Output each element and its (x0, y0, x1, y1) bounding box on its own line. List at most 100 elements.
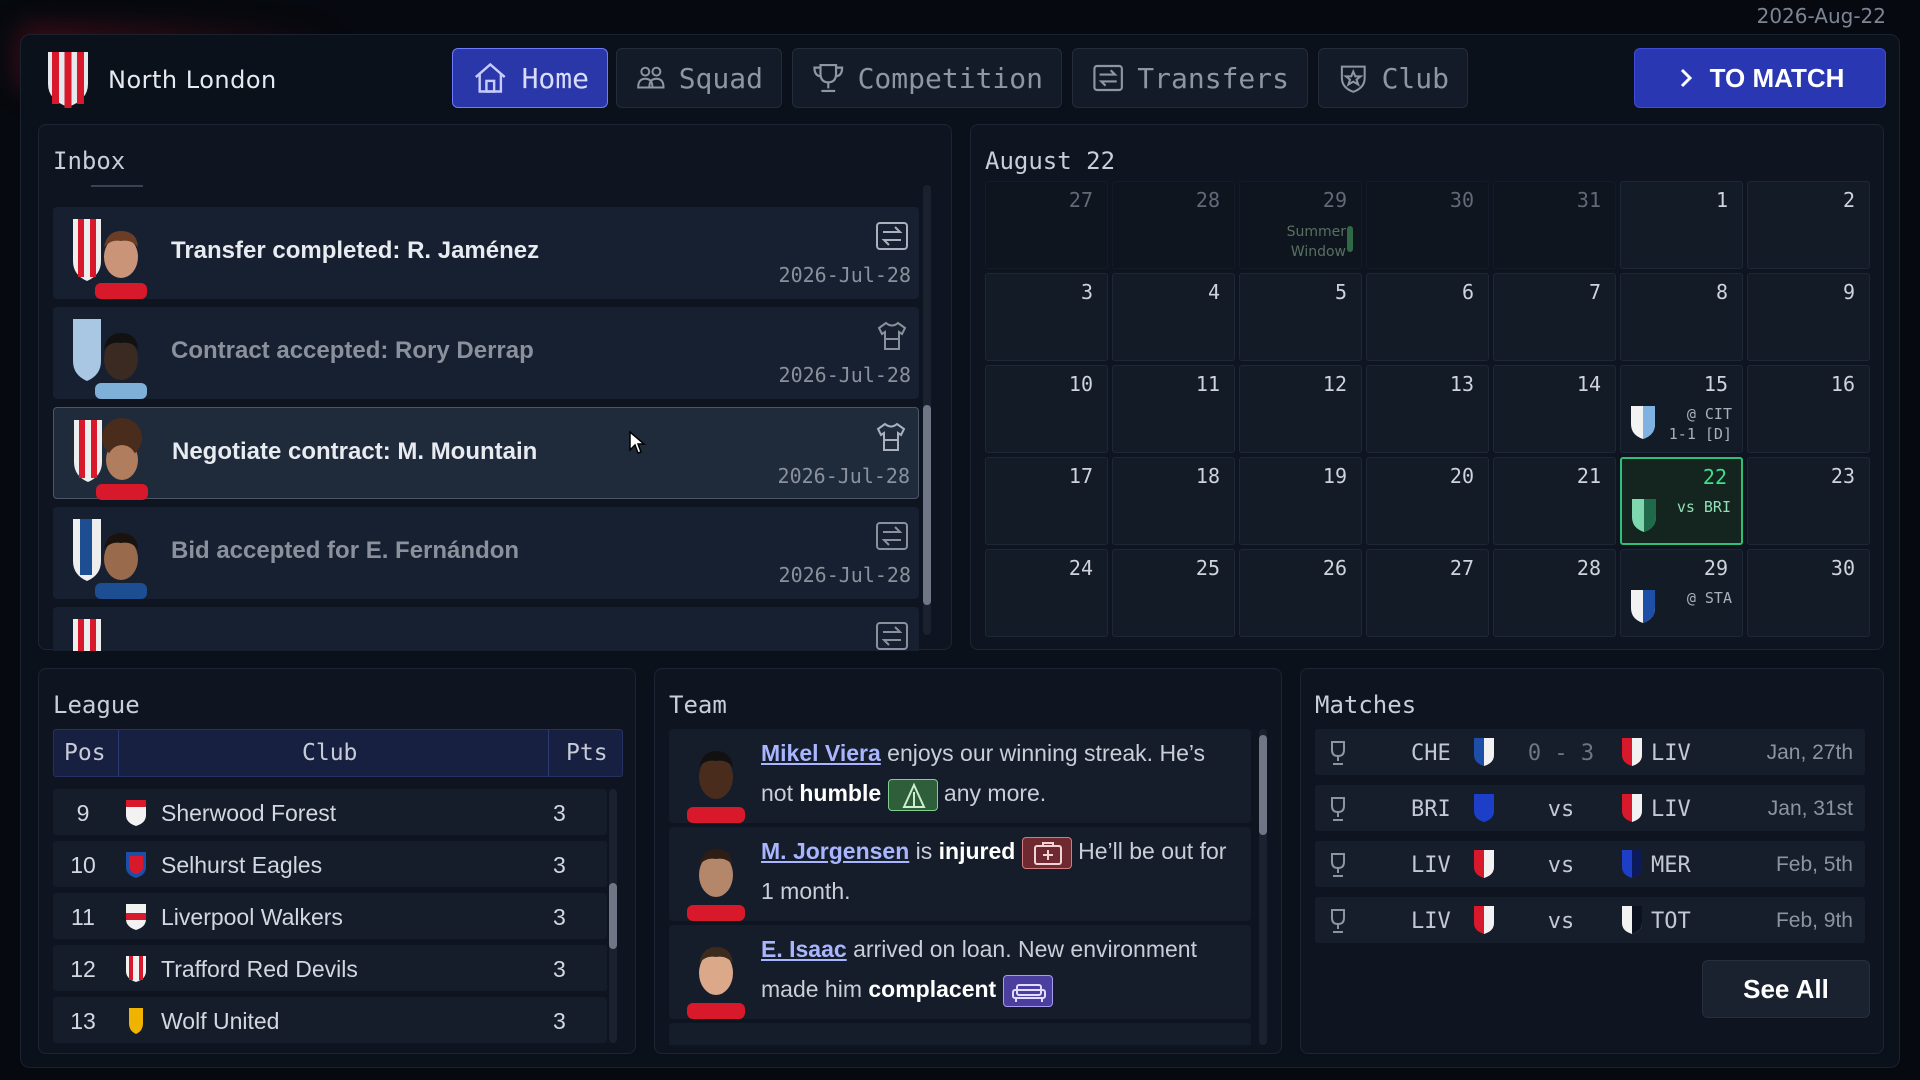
match-row[interactable]: LIV vs MER Feb, 5th (1315, 841, 1865, 887)
match-row[interactable]: CHE 0 - 3 LIV Jan, 27th (1315, 729, 1865, 775)
inbox-item-date: 2026-Jul-28 (778, 263, 911, 287)
club-crest-icon (126, 852, 146, 878)
tab-home[interactable]: Home (452, 48, 608, 108)
league-row[interactable]: 13 Wolf United 3 (53, 997, 607, 1043)
calendar-day[interactable]: 11 (1112, 365, 1235, 453)
calendar-day[interactable]: 24 (985, 549, 1108, 637)
inbox-title: Inbox (53, 147, 126, 175)
calendar-day[interactable]: 28 (1493, 549, 1616, 637)
calendar-day[interactable]: 10 (985, 365, 1108, 453)
calendar-day[interactable]: 28 (1112, 181, 1235, 269)
calendar-day[interactable]: 31 (1493, 181, 1616, 269)
calendar-day[interactable]: 23 (1747, 457, 1870, 545)
calendar-day[interactable]: 7 (1493, 273, 1616, 361)
row-pos: 11 (71, 904, 95, 930)
calendar-day[interactable]: 27 (1366, 549, 1489, 637)
calendar-day[interactable]: 9 (1747, 273, 1870, 361)
calendar-day[interactable]: 16 (1747, 365, 1870, 453)
match-row[interactable]: LIV vs TOT Feb, 9th (1315, 897, 1865, 943)
home-icon (475, 62, 506, 93)
calendar-day[interactable]: 3 (985, 273, 1108, 361)
league-row[interactable]: 11 Liverpool Walkers 3 (53, 893, 607, 939)
calendar-day[interactable]: 29 @ STA (1620, 549, 1743, 637)
inbox-scrollbar-thumb[interactable] (923, 405, 931, 605)
calendar-day-number: 30 (1449, 188, 1474, 212)
row-club: Liverpool Walkers (161, 904, 343, 930)
calendar-day[interactable]: 22 vs BRI (1620, 457, 1743, 545)
league-row[interactable]: 12 Trafford Red Devils 3 (53, 945, 607, 991)
calendar-day[interactable]: 17 (985, 457, 1108, 545)
inbox-item[interactable]: Contract accepted: Rory Derrap 2026-Jul-… (53, 307, 919, 399)
away-crest-icon (1622, 794, 1642, 822)
trophy-icon (1331, 741, 1345, 765)
player-portrait (73, 619, 101, 651)
tab-competition[interactable]: Competition (792, 48, 1062, 108)
inbox-item[interactable]: Negotiate contract: M. Mountain 2026-Jul… (53, 407, 919, 500)
calendar-day[interactable]: 8 (1620, 273, 1743, 361)
away-crest-icon (1622, 850, 1642, 878)
calendar-day[interactable]: 29 Summer Window (1239, 181, 1362, 269)
league-table-header: Pos Club Pts (53, 729, 623, 777)
player-link[interactable]: Mikel Viera (761, 740, 881, 766)
transfer-icon (876, 222, 908, 250)
calendar-day-number: 21 (1576, 464, 1601, 488)
row-pos: 9 (76, 800, 90, 826)
calendar-day[interactable]: 25 (1112, 549, 1235, 637)
calendar-day[interactable]: 5 (1239, 273, 1362, 361)
team-scrollbar-thumb[interactable] (1259, 735, 1267, 835)
calendar-day-number: 15 (1703, 372, 1728, 396)
match-date: Jan, 27th (1766, 741, 1853, 764)
league-row[interactable]: 9 Sherwood Forest 3 (53, 789, 607, 835)
match-score: 0 - 3 (1527, 741, 1595, 766)
calendar-day[interactable]: 2 (1747, 181, 1870, 269)
to-match-button[interactable]: TO MATCH (1634, 48, 1886, 108)
people-icon (637, 66, 665, 89)
league-row[interactable]: 10 Selhurst Eagles 3 (53, 841, 607, 887)
row-club: Wolf United (161, 1008, 280, 1034)
calendar-day[interactable]: 4 (1112, 273, 1235, 361)
status-text: injured (938, 838, 1016, 864)
calendar-day[interactable]: 20 (1366, 457, 1489, 545)
trophy-icon (1331, 797, 1345, 821)
match-row[interactable]: BRI vs LIV Jan, 31st (1315, 785, 1865, 831)
calendar-day[interactable]: 27 (985, 181, 1108, 269)
player-link[interactable]: E. Isaac (761, 936, 847, 962)
see-all-button[interactable]: See All (1702, 960, 1870, 1018)
home-team: CHE (1411, 741, 1451, 766)
calendar-day[interactable]: 15 @ CIT 1-1 [D] (1620, 365, 1743, 453)
player-portrait (687, 947, 745, 1019)
calendar-day[interactable]: 13 (1366, 365, 1489, 453)
away-crest-icon (1622, 906, 1642, 934)
calendar-day-number: 7 (1588, 280, 1601, 304)
team-title: Team (669, 691, 727, 719)
inbox-item[interactable] (53, 607, 919, 651)
calendar-day-number: 22 (1702, 465, 1727, 489)
calendar-day[interactable]: 30 (1366, 181, 1489, 269)
calendar-day-number: 8 (1715, 280, 1728, 304)
player-link[interactable]: M. Jorgensen (761, 838, 909, 864)
inbox-item[interactable]: Transfer completed: R. Jaménez 2026-Jul-… (53, 207, 919, 299)
league-scrollbar-thumb[interactable] (609, 883, 617, 949)
calendar-day[interactable]: 12 (1239, 365, 1362, 453)
calendar-day-number: 4 (1207, 280, 1220, 304)
tab-squad[interactable]: Squad (616, 48, 782, 108)
calendar-day-number: 14 (1576, 372, 1601, 396)
calendar-day-number: 19 (1322, 464, 1347, 488)
tab-club[interactable]: Club (1318, 48, 1468, 108)
home-team: LIV (1411, 909, 1451, 934)
calendar-day[interactable]: 26 (1239, 549, 1362, 637)
calendar-day[interactable]: 1 (1620, 181, 1743, 269)
calendar-day[interactable]: 14 (1493, 365, 1616, 453)
inbox-item[interactable]: Bid accepted for E. Fernándon 2026-Jul-2… (53, 507, 919, 599)
calendar-day[interactable]: 21 (1493, 457, 1616, 545)
calendar-day-number: 1 (1715, 188, 1728, 212)
calendar-day[interactable]: 6 (1366, 273, 1489, 361)
tab-transfers[interactable]: Transfers (1072, 48, 1308, 108)
team-panel: Team Mikel Viera enjoys our winning stre… (654, 668, 1282, 1054)
summer-window-marker (1347, 226, 1353, 252)
calendar-day[interactable]: 30 (1747, 549, 1870, 637)
calendar-day-number: 20 (1449, 464, 1474, 488)
calendar-event: @ CIT 1-1 [D] (1669, 404, 1732, 444)
calendar-day[interactable]: 18 (1112, 457, 1235, 545)
calendar-day[interactable]: 19 (1239, 457, 1362, 545)
